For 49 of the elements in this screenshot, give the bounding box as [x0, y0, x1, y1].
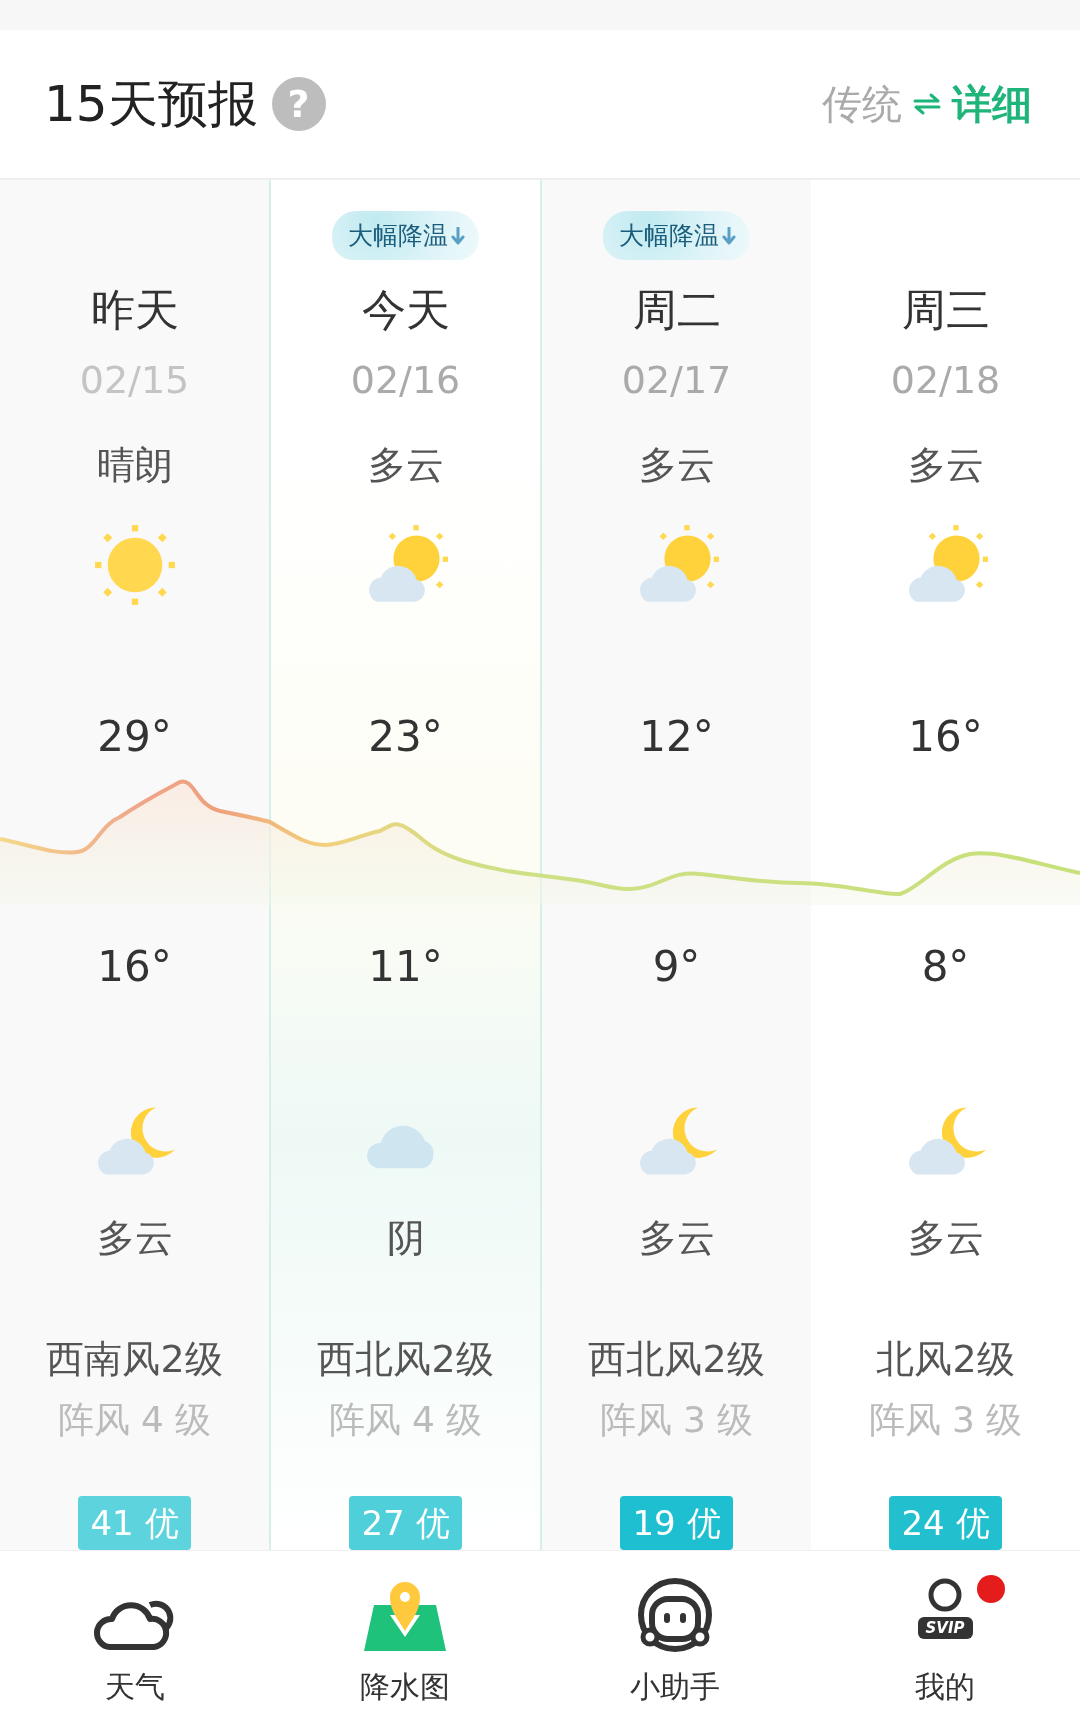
- nav-tab[interactable]: 降水图: [270, 1551, 540, 1731]
- membership-tag: SVIP: [917, 1617, 973, 1639]
- night-condition: 多云: [907, 1215, 984, 1262]
- alert-tag: 大幅降温: [603, 211, 750, 260]
- day-condition: 多云: [907, 442, 984, 489]
- gust-level: 阵风 3 级: [599, 1398, 754, 1442]
- arrow-down-icon: [451, 226, 465, 245]
- high-temperature: 23°: [368, 711, 443, 763]
- low-temperature: 8°: [921, 941, 970, 993]
- day-column[interactable]: 大幅降温 今天 02/16 多云 23° 11° 阴 西北风2级 阵风 4 级 27 优: [269, 180, 542, 1550]
- nav-tab[interactable]: 小助手: [540, 1551, 810, 1731]
- wind-level: 西南风2级: [46, 1336, 223, 1383]
- low-temperature: 11°: [368, 941, 443, 993]
- gust-level: 阵风 4 级: [328, 1398, 483, 1442]
- section-title: 15天预报: [44, 73, 258, 135]
- day-condition: 晴朗: [96, 442, 173, 489]
- wind-level: 西北风2级: [317, 1336, 494, 1383]
- air-quality-tag: 24 优: [889, 1496, 1002, 1550]
- swap-icon: [912, 92, 942, 116]
- air-quality-tag: 41 优: [78, 1496, 191, 1550]
- gust-level: 阵风 4 级: [57, 1398, 212, 1442]
- alert-tag: 大幅降温: [332, 211, 479, 260]
- wind-level: 北风2级: [876, 1336, 1015, 1383]
- night-condition: 多云: [96, 1215, 173, 1262]
- day-condition: 多云: [367, 442, 444, 489]
- day-condition: 多云: [638, 442, 715, 489]
- high-temperature: 16°: [908, 711, 983, 763]
- day-date: 02/16: [350, 357, 461, 404]
- day-name: 今天: [361, 283, 450, 337]
- nav-tab[interactable]: 天气: [0, 1551, 270, 1731]
- wind-level: 西北风2级: [588, 1336, 765, 1383]
- day-date: 02/18: [890, 357, 1001, 404]
- high-temperature: 29°: [97, 711, 172, 763]
- arrow-down-icon: [722, 226, 736, 245]
- nav-tab[interactable]: SVIP 我的: [810, 1551, 1080, 1731]
- day-column[interactable]: 大幅降温 周二 02/17 多云 12° 9° 多云 西北风2级 阵风 3 级 19 优: [542, 180, 811, 1550]
- air-quality-tag: 19 优: [620, 1496, 733, 1550]
- sun-icon: [92, 523, 177, 607]
- day-date: 02/17: [621, 357, 732, 404]
- day-name: 昨天: [90, 283, 179, 337]
- night-condition: 阴: [386, 1215, 425, 1262]
- high-temperature: 12°: [639, 711, 714, 763]
- day-name: 周二: [632, 283, 721, 337]
- low-temperature: 16°: [97, 941, 172, 993]
- night-condition: 多云: [638, 1215, 715, 1262]
- day-name: 周三: [901, 283, 990, 337]
- air-quality-tag: 27 优: [349, 1496, 462, 1550]
- gust-level: 阵风 3 级: [868, 1398, 1023, 1442]
- low-temperature: 9°: [652, 941, 701, 993]
